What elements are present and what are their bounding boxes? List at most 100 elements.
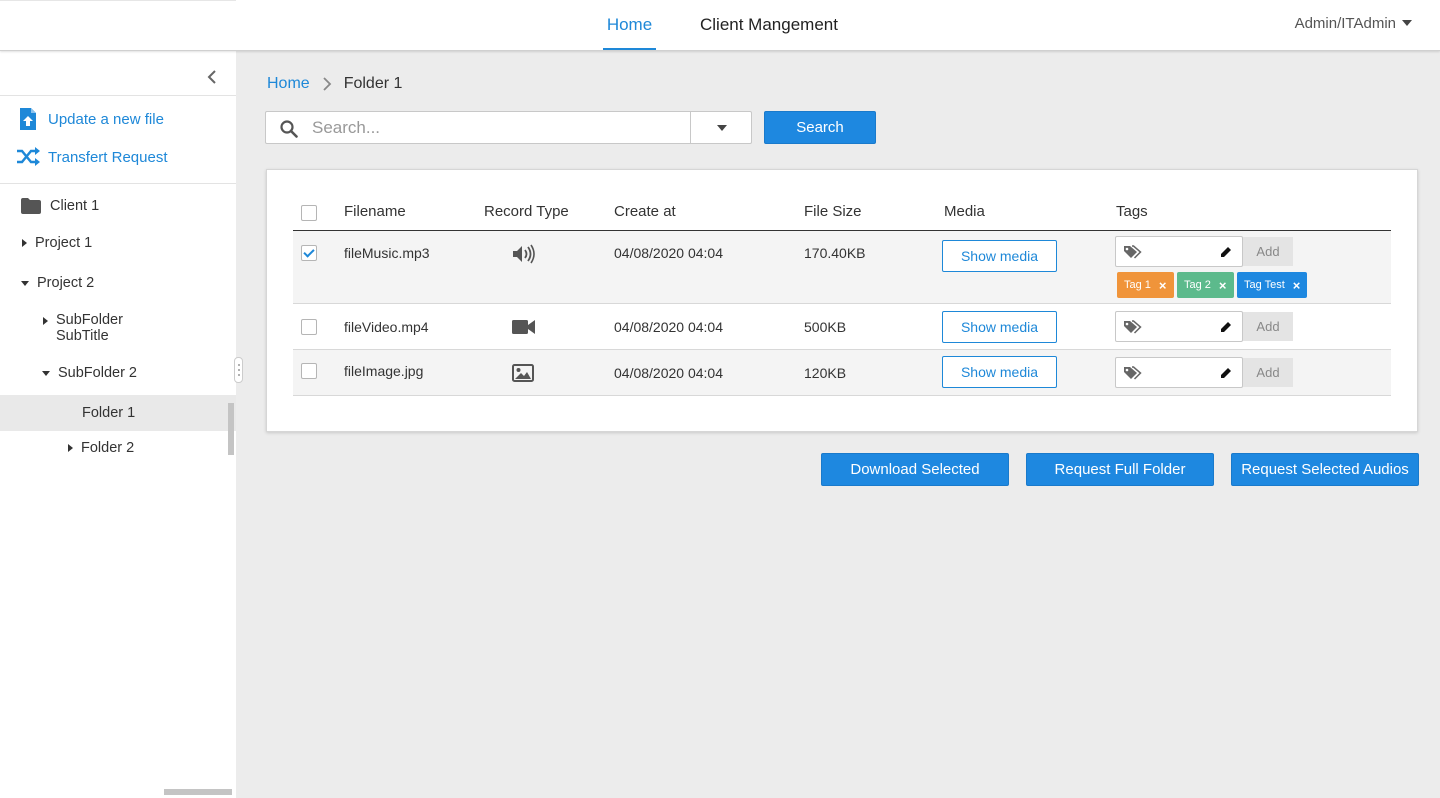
table-row: fileImage.jpg 04/08/2020 04:04 120KB Sho…	[293, 350, 1391, 396]
tag-chip: Tag 1 ×	[1117, 272, 1174, 298]
tree-label: Folder 2	[81, 440, 135, 456]
collapse-sidebar-button[interactable]	[204, 69, 220, 85]
tree-item-folder-1[interactable]: Folder 1	[82, 403, 135, 423]
add-tag-button[interactable]: Add	[1243, 358, 1293, 387]
tag-input[interactable]	[1115, 236, 1243, 267]
speaker-icon	[512, 244, 536, 267]
video-camera-icon	[512, 319, 536, 338]
tree-item-project-2[interactable]: Project 2	[21, 273, 94, 293]
tags-icon	[1124, 245, 1142, 264]
transfer-request-action[interactable]: Transfert Request	[16, 145, 168, 169]
chevron-down-icon	[716, 124, 727, 131]
tree-label: Project 2	[37, 275, 95, 291]
tree-label: Client 1	[50, 198, 100, 214]
user-menu[interactable]: Admin/ITAdmin	[1295, 0, 1412, 48]
image-icon	[512, 364, 534, 385]
created-cell: 04/08/2020 04:04	[614, 365, 723, 381]
sidebar-divider	[0, 183, 236, 184]
caret-right-icon	[22, 239, 27, 247]
search-box	[265, 111, 752, 144]
tag-chip: Tag Test ×	[1237, 272, 1308, 298]
caret-down-icon	[21, 280, 29, 286]
created-cell: 04/08/2020 04:04	[614, 319, 723, 335]
vertical-scrollbar[interactable]	[228, 403, 234, 455]
row-checkbox[interactable]	[301, 363, 317, 379]
size-cell: 120KB	[804, 365, 847, 381]
request-full-folder-button[interactable]: Request Full Folder	[1026, 453, 1214, 486]
tag-input[interactable]	[1115, 311, 1243, 342]
caret-right-icon	[68, 444, 73, 452]
select-all-checkbox[interactable]	[301, 205, 317, 221]
column-header-created[interactable]: Create at	[614, 203, 676, 220]
remove-tag-icon[interactable]: ×	[1293, 278, 1301, 293]
chevron-down-icon	[1402, 20, 1412, 26]
add-tag-button[interactable]: Add	[1243, 237, 1293, 266]
pen-icon[interactable]	[1220, 366, 1232, 384]
transfer-request-label: Transfert Request	[48, 148, 168, 166]
add-tag-button[interactable]: Add	[1243, 312, 1293, 341]
nav-tab-client-management[interactable]: Client Mangement	[700, 0, 838, 51]
table-header: Filename Record Type Create at File Size…	[293, 194, 1391, 231]
search-button[interactable]: Search	[764, 111, 876, 144]
column-header-record-type[interactable]: Record Type	[484, 203, 569, 220]
file-upload-icon	[16, 107, 40, 131]
tag-label: Tag 1	[1124, 279, 1151, 291]
tree-item-subfolder[interactable]: SubFolder SubTitle	[43, 312, 123, 346]
caret-down-icon	[42, 370, 50, 376]
tree-label: Project 1	[35, 235, 93, 251]
size-cell: 500KB	[804, 319, 847, 335]
table-row: fileVideo.mp4 04/08/2020 04:04 500KB Sho…	[293, 304, 1391, 350]
update-file-action[interactable]: Update a new file	[16, 107, 164, 131]
caret-right-icon	[43, 317, 48, 325]
tag-label: Tag Test	[1244, 279, 1285, 291]
nav-tab-home[interactable]: Home	[603, 0, 656, 51]
pen-icon[interactable]	[1220, 320, 1232, 338]
show-media-button[interactable]: Show media	[942, 356, 1057, 388]
tree-item-folder-2[interactable]: Folder 2	[68, 438, 134, 458]
top-navigation-bar: Home Client Mangement Admin/ITAdmin	[0, 0, 1440, 51]
tree-label: SubFolder	[56, 312, 123, 328]
user-name: Admin/ITAdmin	[1294, 15, 1396, 32]
tree-item-project-1[interactable]: Project 1	[22, 233, 92, 253]
search-filter-dropdown[interactable]	[690, 112, 752, 143]
sidebar-divider	[0, 95, 236, 96]
table-row: fileMusic.mp3 04/08/2020 04:04 170.40KB …	[293, 231, 1391, 304]
folder-icon	[21, 198, 41, 214]
tag-input[interactable]	[1115, 357, 1243, 388]
filename-cell: fileMusic.mp3	[344, 245, 430, 261]
chevron-right-icon	[322, 77, 332, 91]
column-header-size[interactable]: File Size	[804, 203, 862, 220]
remove-tag-icon[interactable]: ×	[1159, 278, 1167, 293]
tags-icon	[1124, 366, 1142, 385]
breadcrumb-home-link[interactable]: Home	[267, 75, 310, 93]
column-header-filename[interactable]: Filename	[344, 203, 406, 220]
tree-label: Folder 1	[82, 405, 136, 421]
breadcrumb: Home Folder 1	[267, 74, 402, 94]
update-file-label: Update a new file	[48, 110, 164, 128]
search-icon	[280, 120, 298, 143]
show-media-button[interactable]: Show media	[942, 311, 1057, 343]
tree-item-client-1[interactable]: Client 1	[21, 195, 99, 217]
breadcrumb-current: Folder 1	[343, 75, 403, 92]
chevron-left-icon	[207, 70, 216, 84]
remove-tag-icon[interactable]: ×	[1219, 278, 1227, 293]
request-selected-audios-button[interactable]: Request Selected Audios	[1231, 453, 1419, 486]
column-header-tags: Tags	[1116, 203, 1148, 220]
tags-icon	[1124, 320, 1142, 339]
pen-icon[interactable]	[1220, 245, 1232, 263]
filename-cell: fileImage.jpg	[344, 363, 424, 379]
search-input[interactable]	[312, 113, 688, 142]
show-media-button[interactable]: Show media	[942, 240, 1057, 272]
topbar-left-cap	[0, 0, 236, 51]
row-checkbox[interactable]	[301, 245, 317, 261]
sidebar-resize-handle[interactable]	[234, 357, 243, 383]
sidebar: Update a new file Transfert Request Clie…	[0, 51, 236, 798]
column-header-media: Media	[944, 203, 985, 220]
row-checkbox[interactable]	[301, 319, 317, 335]
tree-item-subfolder-2[interactable]: SubFolder 2	[42, 363, 137, 383]
download-selected-button[interactable]: Download Selected	[821, 453, 1009, 486]
tree-label-group: SubFolder SubTitle	[56, 312, 123, 344]
size-cell: 170.40KB	[804, 245, 866, 261]
files-table-card: Filename Record Type Create at File Size…	[266, 169, 1418, 432]
horizontal-scrollbar[interactable]	[164, 789, 232, 795]
